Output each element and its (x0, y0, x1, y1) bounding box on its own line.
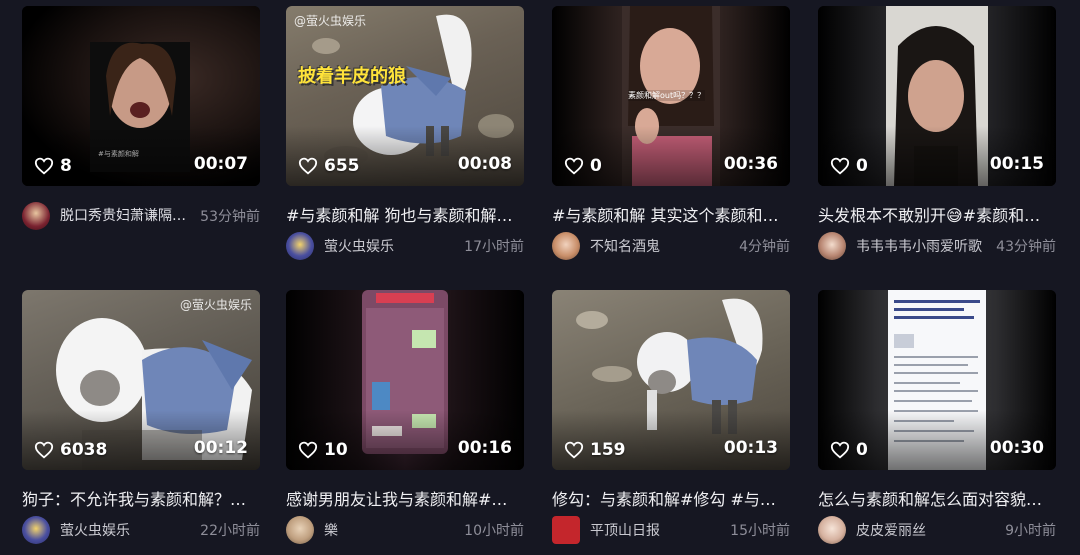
video-title[interactable]: 感谢男朋友让我与素颜和解#… (286, 486, 524, 508)
video-thumbnail[interactable]: #与素颜和解 8 00:07 (22, 6, 260, 186)
author-name[interactable]: 萤火虫娱乐 (60, 520, 194, 540)
heart-icon (830, 441, 850, 459)
video-thumbnail[interactable]: 159 00:13 (552, 290, 790, 470)
like-count: 10 (298, 440, 348, 460)
like-count: 0 (830, 156, 868, 176)
video-title[interactable]: 头发根本不敢别开😅#素颜和… (818, 202, 1056, 224)
video-duration: 00:13 (723, 438, 778, 458)
heart-icon (34, 157, 54, 175)
video-card[interactable]: 素颜和解out吗？？？ 0 00:36 #与素颜和解 其实这个素颜和… 不知名酒… (552, 6, 790, 260)
avatar[interactable] (552, 516, 580, 544)
like-count: 8 (34, 156, 72, 176)
video-title[interactable]: 怎么与素颜和解怎么面对容貌… (818, 486, 1056, 508)
video-card[interactable]: 159 00:13 修勾：与素颜和解#修勾 #与… 平顶山日报 15小时前 (552, 290, 790, 544)
video-duration: 00:36 (723, 154, 778, 174)
post-time: 22小时前 (200, 523, 260, 539)
video-duration: 00:12 (193, 438, 248, 458)
video-title[interactable]: #与素颜和解 狗也与素颜和解… (286, 202, 524, 224)
like-count-value: 0 (590, 156, 602, 176)
author-name[interactable]: 平顶山日报 (590, 520, 724, 540)
like-count: 6038 (34, 440, 107, 460)
avatar[interactable] (286, 232, 314, 260)
heart-icon (34, 441, 54, 459)
overlay-caption: 素颜和解out吗？？？ (628, 90, 706, 101)
video-card[interactable]: 披着羊皮的狼 @萤火虫娱乐 655 00:08 #与素颜和解 狗也与素颜和解… … (286, 6, 524, 260)
video-meta: 韦韦韦韦小雨爱听歌 43分钟前 (818, 232, 1056, 260)
like-count: 0 (830, 440, 868, 460)
video-meta: 不知名酒鬼 4分钟前 (552, 232, 790, 260)
watermark: @萤火虫娱乐 (294, 14, 367, 28)
like-count-value: 0 (856, 156, 868, 176)
post-time: 10小时前 (464, 523, 524, 539)
like-count-value: 6038 (60, 440, 108, 460)
video-thumbnail[interactable]: 素颜和解out吗？？？ 0 00:36 (552, 6, 790, 186)
video-card[interactable]: 10 00:16 感谢男朋友让我与素颜和解#… 樂 10小时前 (286, 290, 524, 544)
video-card[interactable]: #与素颜和解 8 00:07 脱口秀贵妇萧谦隔… 53分钟前 (22, 6, 260, 230)
avatar[interactable] (818, 232, 846, 260)
video-duration: 00:30 (989, 438, 1044, 458)
avatar[interactable] (22, 516, 50, 544)
overlay-caption: 披着羊皮的狼 (298, 66, 406, 87)
video-thumbnail[interactable]: @萤火虫娱乐 6038 00:12 (22, 290, 260, 470)
like-count: 655 (298, 156, 360, 176)
heart-icon (830, 157, 850, 175)
post-time: 53分钟前 (200, 209, 260, 225)
video-meta: 萤火虫娱乐 22小时前 (22, 516, 260, 544)
author-name[interactable]: 韦韦韦韦小雨爱听歌 (856, 236, 990, 256)
post-time: 9小时前 (1005, 523, 1056, 539)
video-duration: 00:07 (193, 154, 248, 174)
video-card[interactable]: 0 00:15 头发根本不敢别开😅#素颜和… 韦韦韦韦小雨爱听歌 43分钟前 (818, 6, 1056, 260)
like-count: 0 (564, 156, 602, 176)
video-meta: 皮皮爱丽丝 9小时前 (818, 516, 1056, 544)
heart-icon (298, 441, 318, 459)
like-count-value: 655 (324, 156, 360, 176)
post-time: 4分钟前 (739, 239, 790, 255)
heart-icon (564, 157, 584, 175)
video-title[interactable]: 修勾：与素颜和解#修勾 #与… (552, 486, 790, 508)
like-count-value: 0 (856, 440, 868, 460)
avatar[interactable] (552, 232, 580, 260)
author-name[interactable]: 萤火虫娱乐 (324, 236, 458, 256)
post-time: 43分钟前 (996, 239, 1056, 255)
video-duration: 00:08 (457, 154, 512, 174)
author-name[interactable]: 不知名酒鬼 (590, 236, 733, 256)
video-title[interactable]: #与素颜和解 其实这个素颜和… (552, 202, 790, 224)
video-duration: 00:15 (989, 154, 1044, 174)
avatar[interactable] (286, 516, 314, 544)
video-thumbnail[interactable]: 披着羊皮的狼 @萤火虫娱乐 655 00:08 (286, 6, 524, 186)
video-meta: 脱口秀贵妇萧谦隔… 53分钟前 (22, 202, 260, 230)
video-grid: #与素颜和解 8 00:07 脱口秀贵妇萧谦隔… 53分钟前 (0, 0, 1080, 555)
like-count: 159 (564, 440, 626, 460)
like-count-value: 8 (60, 156, 72, 176)
video-meta: 樂 10小时前 (286, 516, 524, 544)
watermark: @萤火虫娱乐 (179, 298, 252, 312)
post-time: 15小时前 (730, 523, 790, 539)
author-name[interactable]: 皮皮爱丽丝 (856, 520, 999, 540)
video-thumbnail[interactable]: 0 00:30 (818, 290, 1056, 470)
like-count-value: 10 (324, 440, 348, 460)
author-name[interactable]: 樂 (324, 520, 458, 540)
video-meta: 平顶山日报 15小时前 (552, 516, 790, 544)
post-time: 17小时前 (464, 239, 524, 255)
video-title[interactable]: 狗子：不允许我与素颜和解？… (22, 486, 260, 508)
heart-icon (298, 157, 318, 175)
video-thumbnail[interactable]: 10 00:16 (286, 290, 524, 470)
heart-icon (564, 441, 584, 459)
video-duration: 00:16 (457, 438, 512, 458)
avatar[interactable] (818, 516, 846, 544)
video-title[interactable]: 脱口秀贵妇萧谦隔… (60, 205, 194, 227)
avatar[interactable] (22, 202, 50, 230)
video-card[interactable]: 0 00:30 怎么与素颜和解怎么面对容貌… 皮皮爱丽丝 9小时前 (818, 290, 1056, 544)
video-meta: 萤火虫娱乐 17小时前 (286, 232, 524, 260)
like-count-value: 159 (590, 440, 626, 460)
video-card[interactable]: @萤火虫娱乐 6038 00:12 狗子：不允许我与素颜和解？… 萤火虫娱乐 2… (22, 290, 260, 544)
video-thumbnail[interactable]: 0 00:15 (818, 6, 1056, 186)
